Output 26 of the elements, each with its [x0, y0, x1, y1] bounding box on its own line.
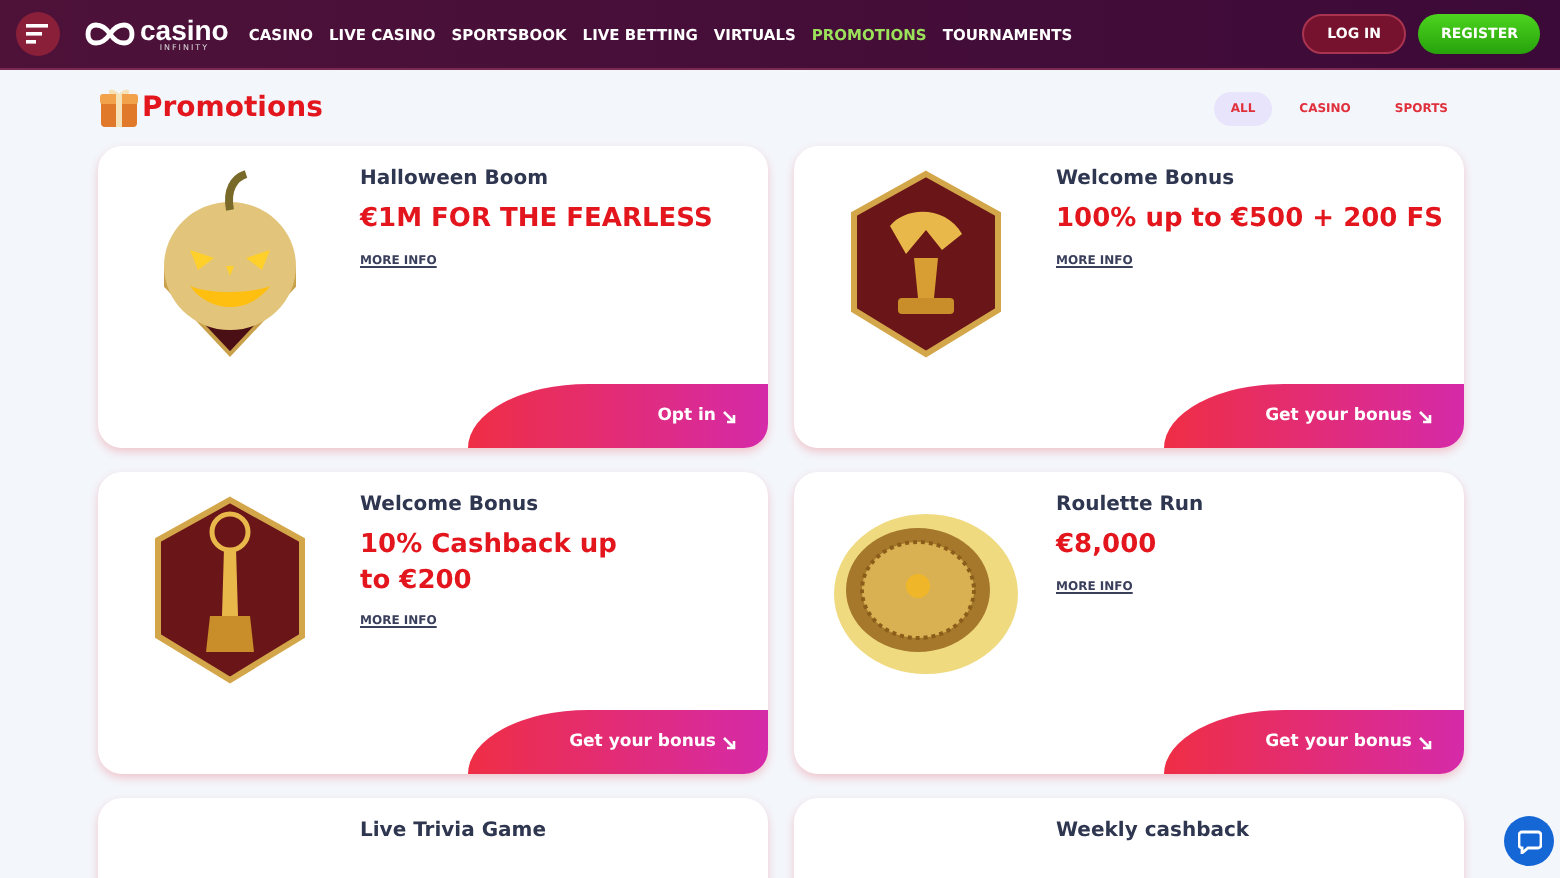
bonus-button[interactable]: Get your bonus	[1164, 710, 1464, 774]
logo-text[interactable]: casino	[140, 16, 229, 44]
infinity-icon	[84, 20, 136, 48]
arrow-icon	[1418, 409, 1432, 423]
arrow-icon	[722, 409, 736, 423]
promo-headline: €1M FOR THE FEARLESS	[360, 202, 713, 238]
chat-bubble-icon	[1517, 829, 1541, 853]
promo-title: Welcome Bonus	[360, 494, 539, 516]
menu-icon	[26, 24, 50, 44]
promo-title: Halloween Boom	[360, 168, 549, 190]
bonus-button[interactable]: Get your bonus	[468, 710, 768, 774]
chat-button[interactable]	[1504, 816, 1554, 866]
gift-box-icon	[100, 88, 138, 128]
promo-headline: 10% Cashback up to €200	[360, 528, 617, 599]
menu-button[interactable]	[16, 12, 60, 56]
arrow-icon	[1418, 735, 1432, 749]
promo-title: Welcome Bonus	[1056, 168, 1235, 190]
promo-title: Weekly cashback	[1056, 820, 1250, 842]
promo-title: Live Trivia Game	[360, 820, 546, 842]
bonus-button[interactable]: Opt in	[468, 384, 768, 448]
arrow-icon	[722, 735, 736, 749]
promo-title: Roulette Run	[1056, 494, 1204, 516]
promo-headline: €8,000	[1056, 528, 1157, 564]
bonus-button[interactable]: Get your bonus	[1164, 384, 1464, 448]
page-title: Promotions	[142, 92, 323, 124]
promo-headline: 100% up to €500 + 200 FS	[1056, 202, 1443, 238]
